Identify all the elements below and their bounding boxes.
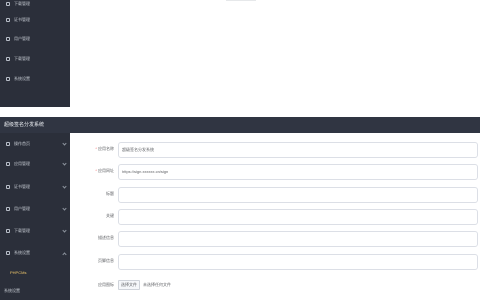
sidebar-subitem-label: PHPCMs — [10, 269, 27, 275]
form-row-app-icon: 应用图标 选择文件 未选择任何文件 — [70, 276, 480, 294]
top-sidebar-label: 用户管理 — [14, 36, 30, 41]
sidebar-item-users[interactable]: 用户管理 — [0, 200, 70, 218]
form-row-footer: 页脚信息 — [70, 252, 480, 270]
field-label: * 应用名称 — [70, 146, 114, 152]
sidebar-item-certs[interactable]: 证书管理 — [0, 178, 70, 196]
form-row-title: 标题 — [70, 185, 480, 203]
field-label: 页脚信息 — [98, 258, 114, 263]
sidebar-item-label: 应用管理 — [14, 161, 30, 166]
sidebar-subitem-settings[interactable]: 系统设置 — [0, 282, 70, 300]
top-sidebar-label: 下载管理 — [14, 1, 30, 6]
file-upload: 选择文件 未选择任何文件 — [118, 280, 171, 290]
form-row-app-url: * 应用网址 https://sign.xxxxxx.cn/sign — [70, 162, 480, 180]
description-input[interactable] — [118, 231, 478, 247]
user-icon — [6, 207, 10, 211]
chevron-down-icon — [62, 184, 67, 189]
top-sidebar-label: 下载管理 — [14, 56, 30, 61]
screenshot-gap — [0, 107, 480, 117]
certificate-icon — [6, 185, 10, 189]
top-sidebar-item[interactable]: 下载管理 — [0, 50, 70, 68]
sidebar-item-label: 下载管理 — [14, 228, 30, 233]
field-label: 应用图标 — [98, 282, 114, 287]
field-label: 标题 — [106, 191, 114, 196]
menu-icon — [6, 77, 10, 81]
sidebar-item-apps[interactable]: 应用管理 — [0, 155, 70, 173]
sidebar-item-label: 操作首页 — [14, 141, 30, 146]
chevron-down-icon — [62, 141, 67, 146]
field-label: 描述信息 — [98, 235, 114, 240]
sidebar-item-settings[interactable]: 系统设置 — [0, 244, 70, 262]
home-icon — [6, 142, 10, 146]
chevron-down-icon — [62, 161, 67, 166]
field-label: * 应用网址 — [70, 168, 114, 174]
menu-icon — [6, 2, 10, 6]
top-sidebar-item[interactable]: 用户管理 — [0, 30, 70, 48]
sidebar-subitem-phpcms[interactable]: PHPCMs — [0, 263, 70, 281]
gear-icon — [6, 251, 10, 255]
menu-icon — [6, 18, 10, 22]
sidebar-item-label: 系统设置 — [14, 250, 30, 255]
apps-icon — [6, 162, 10, 166]
form-row-keywords: 关键 — [70, 207, 480, 225]
chevron-down-icon — [62, 206, 67, 211]
sidebar: 操作首页 应用管理 证书管理 用户管理 下载管理 系统设置 PHPCMs 系统设… — [0, 133, 70, 300]
form-row-description: 描述信息 — [70, 229, 480, 247]
keywords-input[interactable] — [118, 209, 478, 225]
menu-icon — [6, 37, 10, 41]
footer-input[interactable] — [118, 254, 478, 270]
download-icon — [6, 229, 10, 233]
sidebar-item-home[interactable]: 操作首页 — [0, 135, 70, 153]
top-sidebar-label: 证书管理 — [14, 17, 30, 22]
sidebar-subitem-label: 系统设置 — [4, 288, 20, 293]
top-main-area — [70, 0, 480, 107]
title-input[interactable] — [118, 187, 478, 203]
top-divider-line — [226, 0, 256, 1]
top-sidebar: 下载管理 证书管理 用户管理 下载管理 系统设置 — [0, 0, 70, 107]
sidebar-item-downloads[interactable]: 下载管理 — [0, 222, 70, 240]
menu-icon — [6, 57, 10, 61]
app-name-input[interactable]: 超级签名分发系统 — [118, 142, 478, 158]
choose-file-button[interactable]: 选择文件 — [118, 280, 140, 290]
top-sidebar-label: 系统设置 — [14, 76, 30, 81]
field-label-text: 应用网址 — [98, 168, 114, 173]
field-label-text: 应用名称 — [98, 146, 114, 151]
chevron-down-icon — [62, 228, 67, 233]
sidebar-item-label: 用户管理 — [14, 206, 30, 211]
no-file-hint: 未选择任何文件 — [143, 282, 171, 287]
app-url-input[interactable]: https://sign.xxxxxx.cn/sign — [118, 164, 478, 180]
form-row-app-name: * 应用名称 超级签名分发系统 — [70, 140, 480, 158]
chevron-up-icon — [62, 252, 67, 257]
field-label: 关键 — [106, 213, 114, 218]
app-title: 超级签名分发系统 — [0, 117, 480, 133]
top-sidebar-item[interactable]: 系统设置 — [0, 70, 70, 88]
top-sidebar-item[interactable]: 证书管理 — [0, 11, 70, 29]
sidebar-item-label: 证书管理 — [14, 184, 30, 189]
